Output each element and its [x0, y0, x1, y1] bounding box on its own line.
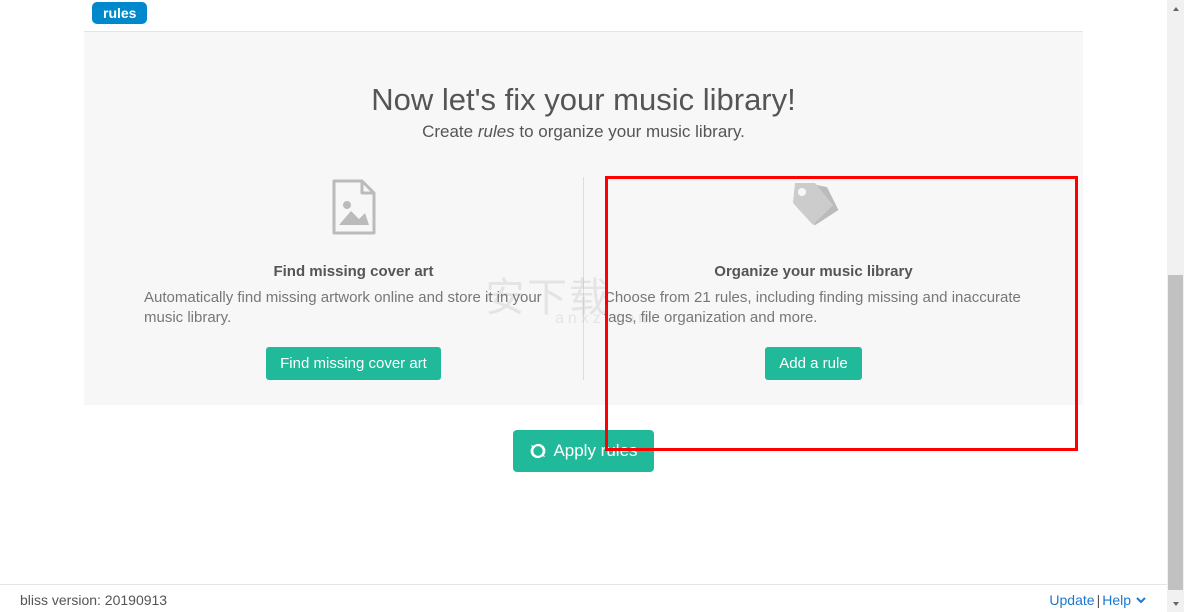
- find-cover-art-button[interactable]: Find missing cover art: [266, 347, 441, 380]
- scrollbar[interactable]: [1167, 0, 1184, 612]
- apply-rules-button[interactable]: Apply rules: [513, 430, 653, 472]
- organize-title: Organize your music library: [604, 263, 1023, 280]
- organize-desc: Choose from 21 rules, including finding …: [604, 288, 1023, 329]
- help-link[interactable]: Help: [1102, 592, 1131, 608]
- scrollbar-thumb[interactable]: [1168, 275, 1183, 590]
- tab-rules[interactable]: rules: [92, 2, 147, 24]
- footer: bliss version: 20190913 Update | Help: [0, 584, 1167, 612]
- scrollbar-up-arrow[interactable]: [1167, 0, 1184, 17]
- col-organize: Organize your music library Choose from …: [584, 177, 1043, 380]
- tags-icon: [604, 177, 1023, 237]
- version-text: bliss version: 20190913: [20, 592, 167, 608]
- chevron-down-icon[interactable]: [1135, 594, 1147, 606]
- page-heading: Now let's fix your music library!: [84, 82, 1083, 118]
- main-panel: Now let's fix your music library! Create…: [84, 32, 1083, 405]
- col-coverart: Find missing cover art Automatically fin…: [124, 177, 583, 380]
- coverart-title: Find missing cover art: [144, 263, 563, 280]
- refresh-icon: [529, 442, 547, 460]
- add-rule-button[interactable]: Add a rule: [765, 347, 861, 380]
- page-subheading: Create rules to organize your music libr…: [84, 122, 1083, 142]
- update-link[interactable]: Update: [1049, 592, 1094, 608]
- scrollbar-down-arrow[interactable]: [1167, 595, 1184, 612]
- image-icon: [144, 177, 563, 237]
- footer-separator: |: [1097, 592, 1101, 608]
- coverart-desc: Automatically find missing artwork onlin…: [144, 288, 563, 329]
